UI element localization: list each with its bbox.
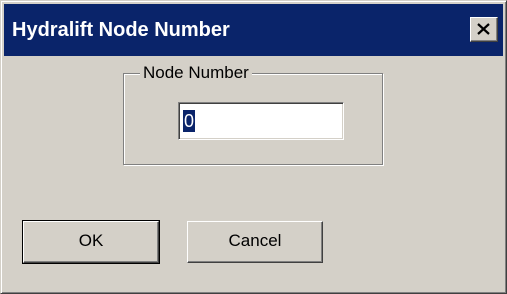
close-icon — [477, 23, 490, 35]
dialog-title: Hydralift Node Number — [12, 19, 230, 41]
node-number-value: 0 — [183, 110, 196, 132]
ok-button[interactable]: OK — [22, 220, 160, 264]
group-label: Node Number — [140, 63, 252, 83]
title-bar[interactable]: Hydralift Node Number — [4, 4, 503, 56]
dialog-window: Hydralift Node Number Node Number 0 OK C… — [0, 0, 507, 294]
close-button[interactable] — [470, 17, 498, 42]
cancel-button[interactable]: Cancel — [187, 221, 323, 263]
node-number-group: Node Number 0 — [123, 63, 383, 165]
node-number-input[interactable]: 0 — [178, 102, 344, 140]
